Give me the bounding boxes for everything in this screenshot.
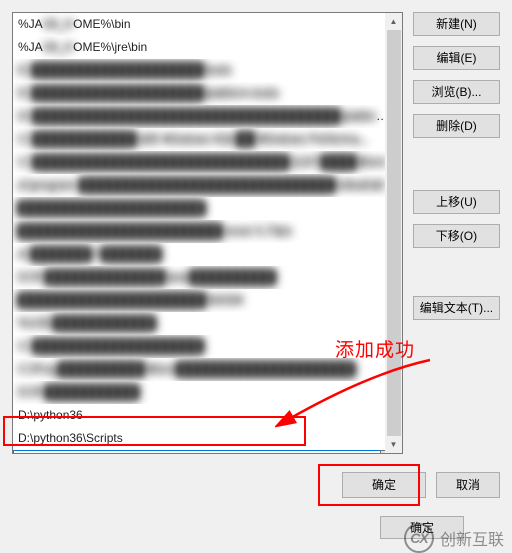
move-up-button[interactable]: 上移(U) [413,190,500,214]
list-item[interactable]: ████████████████████████ erver 5.7\bin [13,220,402,243]
list-item[interactable]: %JAVA_HOME%\bin [13,13,402,36]
list-item[interactable]: D:\Pr███████████ [13,381,402,404]
move-down-button[interactable]: 下移(O) [413,224,500,248]
browse-button[interactable]: 浏览(B)... [413,80,500,104]
side-button-column: 新建(N) 编辑(E) 浏览(B)... 删除(D) 上移(U) 下移(O) 编… [413,12,500,320]
cancel-button[interactable]: 取消 [436,472,500,498]
scroll-thumb[interactable] [387,30,401,436]
edit-button[interactable]: 编辑(E) [413,46,500,70]
listbox-inner: %JAVA_HOME%\bin %JAVA_HOME%\jre\bin E:\█… [13,13,402,454]
list-item[interactable]: ██████████████████████\NASM [13,289,402,312]
list-item[interactable]: d:\███████ F███████ [13,243,402,266]
list-item[interactable]: D:\████████████████████████████████████\… [13,105,402,128]
list-item-editing[interactable]: ... [13,450,402,454]
list-item[interactable]: D:\Pr██████████████\anal██████████ [13,266,402,289]
dialog-bottom-buttons: 确定 取消 [342,472,500,498]
list-item[interactable]: E:\████████████████████\platform-tools [13,82,402,105]
list-item[interactable]: ██████████████████████ [13,197,402,220]
parent-ok-button[interactable]: 确定 [380,516,464,539]
list-item[interactable]: C:\████████████\x86 Windows Kits\██\Wind… [13,128,402,151]
vertical-scrollbar[interactable]: ▲ ▼ [385,13,402,453]
path-edit-input[interactable] [13,450,381,454]
delete-button[interactable]: 删除(D) [413,114,500,138]
list-item[interactable]: D:\python36 [13,404,402,427]
spacer [413,258,500,286]
new-button[interactable]: 新建(N) [413,12,500,36]
spacer [413,148,500,180]
list-item[interactable]: C:\████████████████████ [13,335,402,358]
scroll-down-arrow-icon[interactable]: ▼ [385,436,402,453]
list-item[interactable]: E:\████████████████████\tools [13,59,402,82]
list-item[interactable]: C:\██████████████████████████████\110\T█… [13,151,402,174]
path-listbox[interactable]: %JAVA_HOME%\bin %JAVA_HOME%\jre\bin E:\█… [12,12,403,454]
list-item[interactable]: C:\Prog██████████\Micro█████████████████… [13,358,402,381]
list-item[interactable]: d:\program █████████████████████████████… [13,174,402,197]
env-var-edit-dialog: %JAVA_HOME%\bin %JAVA_HOME%\jre\bin E:\█… [0,0,512,553]
edit-text-button[interactable]: 编辑文本(T)... [413,296,500,320]
ok-button[interactable]: 确定 [342,472,426,498]
scroll-up-arrow-icon[interactable]: ▲ [385,13,402,30]
list-item[interactable]: D:\python36\Scripts [13,427,402,450]
content-row: %JAVA_HOME%\bin %JAVA_HOME%\jre\bin E:\█… [12,12,500,454]
list-item[interactable]: %USE████████████ [13,312,402,335]
list-item[interactable]: %JAVA_HOME%\jre\bin [13,36,402,59]
